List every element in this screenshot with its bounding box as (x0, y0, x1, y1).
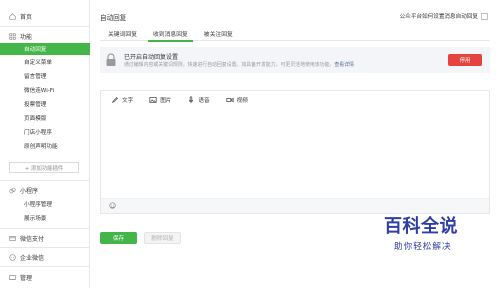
sidebar-divider (0, 180, 90, 181)
video-icon (226, 96, 234, 104)
sidebar-manage-label: 管理 (20, 274, 33, 282)
sidebar-item-votes[interactable]: 投票管理 (0, 98, 90, 110)
emoji-icon[interactable] (109, 201, 116, 211)
sidebar-item-label: 展示场景 (24, 216, 47, 222)
sidebar-divider (0, 26, 90, 27)
watermark-title: 百科全说 (384, 216, 458, 237)
folder-icon (9, 274, 16, 281)
disable-button[interactable]: 停用 (448, 54, 482, 66)
sidebar-item-label: 自动回复 (24, 47, 47, 53)
tool-video[interactable]: 视频 (226, 96, 248, 104)
pen-icon (111, 96, 119, 104)
sidebar-item-store[interactable]: 门店小程序 (0, 126, 90, 138)
reply-editor: 文字 图片 语音 视频 (100, 90, 490, 214)
sidebar-item-label: 门店小程序 (24, 130, 52, 136)
details-link[interactable]: 查看详情 (334, 62, 354, 68)
tool-image[interactable]: 图片 (149, 96, 171, 104)
sidebar-divider (0, 228, 90, 229)
reply-text-area[interactable] (101, 109, 489, 199)
editor-toolbar: 文字 图片 语音 视频 (101, 91, 489, 109)
miniprogram-icon (9, 187, 16, 194)
delete-reply-button[interactable]: 删除回复 (144, 232, 181, 244)
sidebar-item-enterprise[interactable]: 企业微信 (0, 250, 90, 264)
sidebar-item-mp-scenes[interactable]: 展示场景 (0, 212, 90, 224)
help-option[interactable]: 公众平台如何设置消息自动回复 (400, 12, 488, 20)
help-checkbox[interactable] (481, 12, 488, 20)
sidebar-item-manage[interactable]: 管理 (0, 270, 90, 284)
status-description-text: 通过编辑内容或关键词规则，快速进行自动回复设置。如具备开发能力，可更灵活地使用该… (124, 62, 335, 68)
tab-follow-reply[interactable]: 被关注回复 (196, 26, 241, 41)
sidebar-divider (0, 247, 90, 248)
sidebar-item-pay[interactable]: 微信支付 (0, 231, 90, 245)
sidebar-home-label: 首页 (20, 13, 33, 21)
main-content: 自动回复 公众平台如何设置消息自动回复 关键词回复 收到消息回复 被关注回复 已… (90, 0, 500, 288)
sidebar-item-label: 微信连Wi-Fi (24, 88, 55, 94)
home-icon (9, 12, 16, 20)
sidebar-item-wifi[interactable]: 微信连Wi-Fi (0, 84, 90, 96)
sidebar-item-original[interactable]: 原创声明功能 (0, 140, 90, 152)
add-plugin-button[interactable]: + 添加功能插件 (9, 162, 79, 173)
sidebar-divider (0, 266, 90, 267)
sidebar-section-label: 功能 (20, 33, 33, 41)
tool-text-label: 文字 (122, 98, 134, 104)
tool-video-label: 视频 (236, 98, 248, 104)
tool-voice-label: 语音 (198, 98, 210, 104)
sidebar-item-mp-manage[interactable]: 小程序管理 (0, 198, 90, 210)
sidebar-item-label: 原创声明功能 (24, 144, 58, 150)
sidebar-item-label: 投票管理 (24, 102, 47, 108)
tool-voice[interactable]: 语音 (187, 96, 210, 104)
watermark-logo: 百科全说 助你轻松解决 (384, 212, 484, 262)
sidebar: 首页 功能 自动回复 自定义菜单 留言管理 微信连Wi-Fi 投票管理 页面模版… (0, 0, 90, 288)
sidebar-item-custom-menu[interactable]: 自定义菜单 (0, 56, 90, 68)
grid-icon (9, 32, 16, 40)
lock-icon (106, 53, 116, 66)
tool-text[interactable]: 文字 (111, 96, 133, 104)
image-icon (149, 96, 157, 104)
page-title: 自动回复 (100, 14, 127, 22)
tab-message-reply[interactable]: 收到消息回复 (145, 26, 196, 42)
sidebar-item-templates[interactable]: 页面模版 (0, 112, 90, 124)
sidebar-item-auto-reply[interactable]: 自动回复 (0, 43, 90, 55)
sidebar-home[interactable]: 首页 (0, 9, 90, 23)
sidebar-enterprise-label: 企业微信 (20, 254, 45, 262)
save-button[interactable]: 保存 (100, 232, 137, 244)
tab-keyword-reply[interactable]: 关键词回复 (100, 26, 145, 41)
chat-icon (9, 253, 16, 261)
sidebar-section-label: 小程序 (20, 187, 39, 195)
microphone-icon (187, 96, 195, 104)
sidebar-pay-label: 微信支付 (20, 235, 45, 243)
watermark-subtitle: 助你轻松解决 (394, 242, 452, 252)
reply-tabs: 关键词回复 收到消息回复 被关注回复 (100, 26, 490, 42)
tool-image-label: 图片 (160, 98, 172, 104)
sidebar-section-miniprogram[interactable]: 小程序 (0, 183, 90, 197)
sidebar-item-label: 小程序管理 (24, 202, 52, 208)
wallet-icon (9, 235, 16, 242)
status-title: 已开启自动回复设置 (124, 54, 179, 61)
sidebar-item-comments[interactable]: 留言管理 (0, 70, 90, 82)
status-panel: 已开启自动回复设置 通过编辑内容或关键词规则，快速进行自动回复设置。如具备开发能… (100, 47, 490, 73)
sidebar-item-label: 自定义菜单 (24, 60, 52, 66)
help-option-label: 公众平台如何设置消息自动回复 (399, 14, 478, 20)
sidebar-item-label: 留言管理 (24, 74, 47, 80)
sidebar-item-label: 页面模版 (24, 116, 47, 122)
status-description: 通过编辑内容或关键词规则，快速进行自动回复设置。如具备开发能力，可更灵活地使用该… (124, 61, 354, 68)
sidebar-section-functions: 功能 (0, 29, 90, 43)
editor-footer (101, 198, 489, 213)
